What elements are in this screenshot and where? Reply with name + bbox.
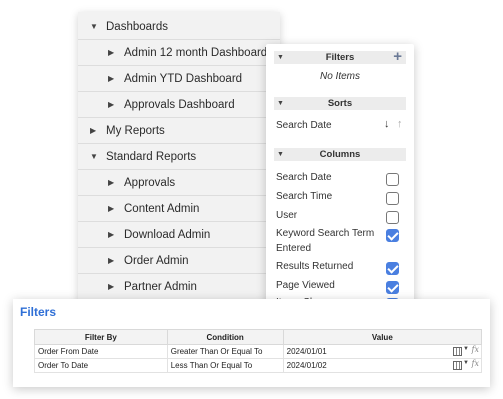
tree-item-label: My Reports — [106, 125, 165, 137]
column-checkbox-keyword-search-term[interactable] — [386, 229, 399, 242]
tree-item-label: Partner Admin — [124, 281, 197, 293]
filters-panel-title: Filters — [20, 305, 57, 319]
plus-icon[interactable]: + — [393, 49, 402, 64]
caret-right-icon[interactable]: ▶ — [108, 222, 114, 248]
tree-item-label: Standard Reports — [106, 151, 197, 163]
filters-section-title: Filters — [325, 52, 355, 63]
column-label: Page Viewed — [276, 280, 335, 291]
function-icon[interactable]: fx — [472, 359, 479, 368]
filter-by-cell[interactable]: Order To Date — [34, 358, 168, 373]
tree-item-label: Content Admin — [124, 203, 200, 215]
table-row: Order To Date Less Than Or Equal To 2024… — [34, 358, 483, 373]
filters-panel: Filters Filter By Condition Value Order … — [13, 299, 490, 387]
dropdown-arrow-icon[interactable]: ▼ — [463, 360, 469, 366]
caret-right-icon[interactable]: ▶ — [108, 170, 114, 196]
tree-item-label: Dashboards — [106, 21, 169, 33]
condition-cell[interactable]: Greater Than Or Equal To — [166, 344, 284, 359]
report-tree: ▼ Dashboards ▶ Admin 12 month Dashboard … — [78, 12, 280, 312]
column-checkbox-search-date[interactable] — [386, 173, 399, 186]
column-header-value[interactable]: Value — [282, 329, 483, 345]
condition-cell[interactable]: Less Than Or Equal To — [166, 358, 284, 373]
tree-item-label: Approvals Dashboard — [124, 99, 235, 111]
tree-item-standard-reports[interactable]: ▼ Standard Reports — [78, 144, 280, 170]
column-checkbox-page-viewed[interactable] — [386, 281, 399, 294]
column-header-filter-by[interactable]: Filter By — [34, 329, 168, 345]
caret-right-icon[interactable]: ▶ — [108, 66, 114, 92]
column-label: Search Time — [276, 191, 333, 202]
column-header-condition[interactable]: Condition — [166, 329, 284, 345]
tree-item-approvals[interactable]: ▶ Approvals — [78, 170, 280, 196]
report-options-panel: ▼ Filters + No Items ▼ Sorts Search Date… — [266, 44, 414, 308]
calendar-icon[interactable] — [453, 361, 462, 370]
tree-item-dashboards[interactable]: ▼ Dashboards — [78, 14, 280, 40]
column-label: Keyword Search Term Entered — [276, 228, 375, 254]
tree-item-label: Order Admin — [124, 255, 189, 267]
column-label: Results Returned — [276, 261, 354, 272]
caret-down-icon[interactable]: ▼ — [90, 144, 98, 170]
column-checkbox-results-returned[interactable] — [386, 262, 399, 275]
sorts-section-header[interactable]: ▼ Sorts — [274, 97, 406, 110]
value-text[interactable]: 2024/01/02 — [287, 361, 327, 370]
no-items-text: No Items — [319, 71, 360, 82]
columns-section-header[interactable]: ▼ Columns — [274, 148, 406, 161]
tree-item-admin-12-month-dashboard[interactable]: ▶ Admin 12 month Dashboard — [78, 40, 280, 66]
table-row: Order From Date Greater Than Or Equal To… — [34, 344, 483, 359]
sorts-section-title: Sorts — [327, 98, 353, 109]
caret-right-icon[interactable]: ▶ — [108, 40, 114, 66]
caret-right-icon[interactable]: ▶ — [90, 118, 96, 144]
caret-right-icon[interactable]: ▶ — [108, 274, 114, 300]
columns-section-title: Columns — [319, 149, 361, 160]
filter-by-cell[interactable]: Order From Date — [34, 344, 168, 359]
column-checkbox-search-time[interactable] — [386, 192, 399, 205]
value-cell[interactable]: 2024/01/01 ▼ fx — [282, 344, 483, 359]
tree-item-order-admin[interactable]: ▶ Order Admin — [78, 248, 280, 274]
caret-right-icon[interactable]: ▶ — [108, 92, 114, 118]
sort-descending-icon[interactable]: ↓ — [384, 118, 390, 130]
report-builder-screen: ▼ Dashboards ▶ Admin 12 month Dashboard … — [0, 0, 503, 399]
tree-item-partner-admin[interactable]: ▶ Partner Admin — [78, 274, 280, 300]
caret-right-icon[interactable]: ▶ — [108, 196, 114, 222]
tree-item-label: Approvals — [124, 177, 176, 189]
column-checkbox-user[interactable] — [386, 211, 399, 224]
tree-item-content-admin[interactable]: ▶ Content Admin — [78, 196, 280, 222]
column-label: Search Date — [276, 172, 332, 183]
caret-down-icon[interactable]: ▼ — [90, 14, 98, 40]
value-text[interactable]: 2024/01/01 — [287, 347, 327, 356]
sort-ascending-icon[interactable]: ↑ — [397, 118, 403, 130]
caret-right-icon[interactable]: ▶ — [108, 248, 114, 274]
tree-item-label: Admin 12 month Dashboard — [124, 47, 268, 59]
filters-table: Filter By Condition Value Order From Dat… — [34, 329, 483, 373]
tree-item-my-reports[interactable]: ▶ My Reports — [78, 118, 280, 144]
tree-item-admin-ytd-dashboard[interactable]: ▶ Admin YTD Dashboard — [78, 66, 280, 92]
dropdown-arrow-icon[interactable]: ▼ — [463, 346, 469, 352]
tree-item-label: Download Admin — [124, 229, 211, 241]
column-label: User — [276, 210, 298, 221]
calendar-icon[interactable] — [453, 347, 462, 356]
function-icon[interactable]: fx — [472, 345, 479, 354]
value-cell[interactable]: 2024/01/02 ▼ fx — [282, 358, 483, 373]
tree-item-download-admin[interactable]: ▶ Download Admin — [78, 222, 280, 248]
filters-section-header[interactable]: ▼ Filters + — [274, 49, 406, 64]
tree-item-label: Admin YTD Dashboard — [124, 73, 243, 85]
tree-item-approvals-dashboard[interactable]: ▶ Approvals Dashboard — [78, 92, 280, 118]
